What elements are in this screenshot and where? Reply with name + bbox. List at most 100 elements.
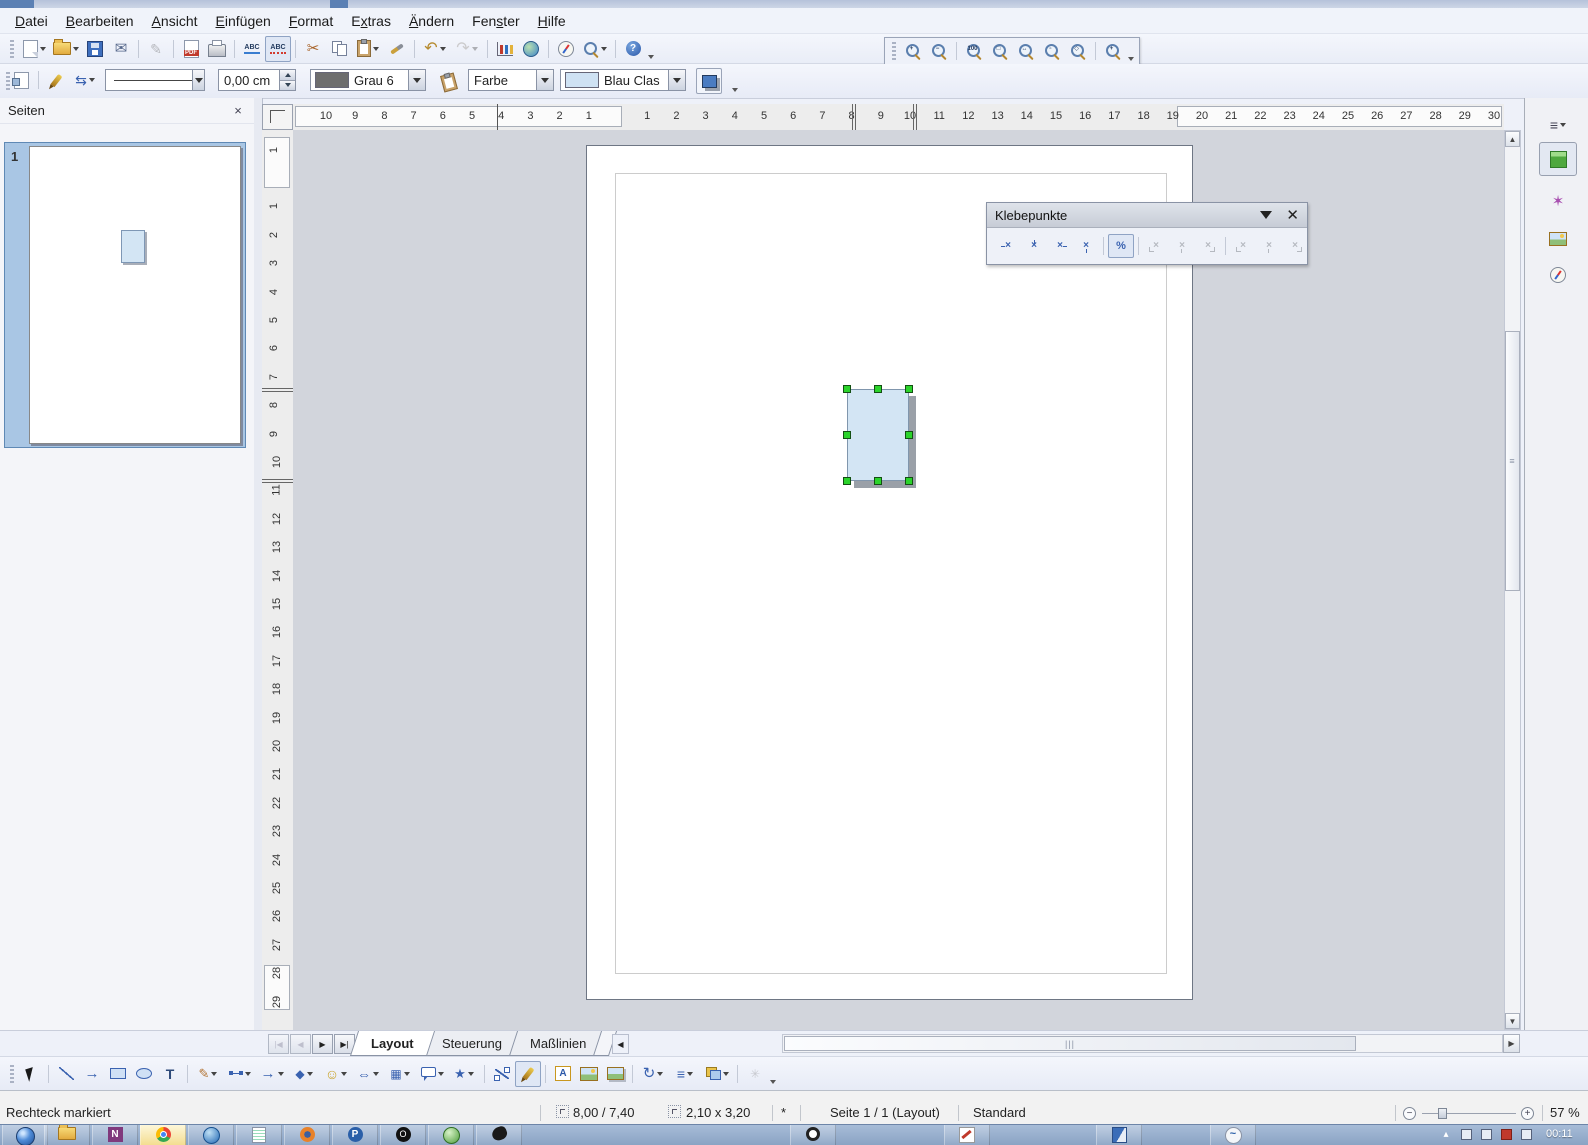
pages-panel-close-icon[interactable]: × — [230, 103, 246, 118]
zoom-optimal-button[interactable]: ▫ — [1039, 38, 1065, 64]
curve-button[interactable]: ✎ — [192, 1061, 224, 1087]
glue-points-mode-button[interactable] — [43, 67, 69, 93]
dropdown-caret-icon[interactable] — [601, 47, 607, 51]
undo-button[interactable]: ↶ — [419, 36, 451, 62]
zoom-slider-track[interactable] — [1422, 1113, 1516, 1114]
sidebar-navigator-deck-button[interactable] — [1539, 258, 1577, 292]
taskbar-app-o-ring[interactable] — [790, 1125, 836, 1145]
status-zoom-percent[interactable]: 57 % — [1550, 1105, 1580, 1120]
taskbar-app-p-blue[interactable] — [332, 1125, 378, 1145]
toolbar-grip[interactable] — [892, 42, 896, 60]
exit-direction-right-button[interactable] — [1047, 234, 1073, 258]
flowcharts-button[interactable]: ▦ — [384, 1061, 416, 1087]
open-folder-button[interactable] — [50, 36, 82, 62]
zoom-object-button[interactable]: ◇ — [1065, 38, 1091, 64]
print-button[interactable] — [204, 36, 230, 62]
taskbar-start-orb[interactable] — [2, 1125, 48, 1145]
dropdown-caret-icon[interactable] — [440, 47, 446, 51]
arrowheads-button[interactable]: ⇆ — [69, 67, 101, 93]
tab-nav-first-icon[interactable]: |◀ — [268, 1034, 289, 1054]
vertical-scrollbar[interactable]: ▲ ≡ ▼ — [1504, 130, 1521, 1030]
from-file-button[interactable] — [576, 1061, 602, 1087]
exit-direction-bottom-button[interactable] — [1073, 234, 1099, 258]
taskbar-explorer[interactable] — [44, 1125, 90, 1145]
horizontal-scrollbar-thumb[interactable]: ||| — [784, 1036, 1356, 1051]
block-arrows-button[interactable]: ⇔ — [352, 1061, 384, 1087]
tab-nav-prev-icon[interactable]: ◀ — [290, 1034, 311, 1054]
tab-malinien[interactable]: Maßlinien — [509, 1031, 607, 1056]
area-style-dropdown-icon[interactable] — [536, 70, 553, 90]
selection-handle[interactable] — [905, 431, 913, 439]
menu-ansicht[interactable]: Ansicht — [143, 10, 207, 32]
vertical-scrollbar-thumb[interactable]: ≡ — [1505, 331, 1520, 591]
selection-handle[interactable] — [843, 477, 851, 485]
dropdown-caret-icon[interactable] — [687, 1072, 693, 1076]
dropdown-caret-icon[interactable] — [307, 1072, 313, 1076]
selection-handle[interactable] — [874, 477, 882, 485]
status-position[interactable]: 8,00 / 7,40 — [573, 1105, 634, 1120]
taskbar-clock[interactable]: 00:11 — [1546, 1128, 1573, 1140]
toolbar-overflow-icon[interactable] — [1126, 39, 1136, 63]
area-style-combo[interactable]: Farbe — [468, 69, 554, 91]
ellipse-button[interactable] — [131, 1061, 157, 1087]
line-style-dropdown-icon[interactable] — [192, 70, 204, 90]
rectangle-button[interactable] — [105, 1061, 131, 1087]
gluepoints-toolbar-titlebar[interactable]: Klebepunkte ✕ — [987, 203, 1307, 228]
pan-shift-button[interactable]: + — [1100, 38, 1126, 64]
export-pdf-button[interactable] — [178, 36, 204, 62]
page-thumbnail-selected[interactable]: 1 — [4, 142, 246, 448]
dropdown-caret-icon[interactable] — [211, 1072, 217, 1076]
sidebar-sidebar-menu-button[interactable]: ≡ — [1539, 108, 1577, 142]
toolbar-grip[interactable] — [10, 40, 14, 58]
scroll-down-icon[interactable]: ▼ — [1505, 1013, 1520, 1029]
scroll-up-icon[interactable]: ▲ — [1505, 131, 1520, 147]
menu-extras[interactable]: Extras — [342, 10, 400, 32]
taskbar-notepad[interactable] — [236, 1125, 282, 1145]
taskbar-chrome[interactable] — [140, 1125, 186, 1145]
menu-ndern[interactable]: Ändern — [400, 10, 463, 32]
selection-handle[interactable] — [874, 385, 882, 393]
menu-format[interactable]: Format — [280, 10, 342, 32]
callouts-button[interactable] — [416, 1061, 448, 1087]
taskbar-firefox[interactable] — [284, 1125, 330, 1145]
dropdown-caret-icon[interactable] — [278, 1072, 284, 1076]
selection-handle[interactable] — [905, 477, 913, 485]
edit-points-mode-button[interactable] — [8, 67, 34, 93]
send-email-button[interactable]: ✉ — [108, 36, 134, 62]
tray-icon-2[interactable] — [1478, 1126, 1494, 1144]
spin-up-icon[interactable] — [280, 70, 295, 81]
area-fill-dropdown-icon[interactable] — [668, 70, 685, 90]
arrange-button[interactable] — [701, 1061, 733, 1087]
glue-point-relative-button[interactable]: % — [1108, 234, 1134, 258]
dropdown-caret-icon[interactable] — [472, 47, 478, 51]
area-style-button[interactable] — [436, 69, 462, 95]
exit-direction-top-button[interactable] — [1021, 234, 1047, 258]
stars-button[interactable]: ★ — [448, 1061, 480, 1087]
tray-chevron[interactable]: ▴ — [1438, 1126, 1454, 1144]
toolbar-overflow-icon[interactable] — [768, 1062, 778, 1086]
taskbar-app-black[interactable] — [476, 1125, 522, 1145]
selection-handle[interactable] — [905, 385, 913, 393]
menu-hilfe[interactable]: Hilfe — [529, 10, 575, 32]
new-document-button[interactable] — [18, 36, 50, 62]
basic-shapes-button[interactable]: ◆ — [288, 1061, 320, 1087]
line-color-combo[interactable]: Grau 6 — [310, 69, 426, 91]
dropdown-caret-icon[interactable] — [245, 1072, 251, 1076]
dropdown-caret-icon[interactable] — [73, 47, 79, 51]
horizontal-scrollbar[interactable]: ||| — [782, 1034, 1503, 1053]
taskbar-onenote[interactable] — [92, 1125, 138, 1145]
line-button[interactable] — [53, 1061, 79, 1087]
taskbar-app-blue-swirl[interactable] — [188, 1125, 234, 1145]
ruler-origin-corner[interactable] — [262, 104, 293, 130]
zoom-out-button[interactable]: − — [926, 38, 952, 64]
dropdown-caret-icon[interactable] — [89, 78, 95, 82]
tab-layout[interactable]: Layout — [350, 1031, 435, 1056]
area-style-value[interactable]: Farbe — [469, 73, 513, 88]
dropdown-caret-icon[interactable] — [404, 1072, 410, 1076]
tray-icon-3[interactable] — [1518, 1126, 1534, 1144]
format-paintbrush-button[interactable] — [384, 36, 410, 62]
copy-button[interactable] — [326, 36, 352, 62]
exit-direction-left-button[interactable] — [995, 234, 1021, 258]
spellcheck-button[interactable] — [239, 36, 265, 62]
line-width-value[interactable]: 0,00 cm — [219, 73, 275, 88]
